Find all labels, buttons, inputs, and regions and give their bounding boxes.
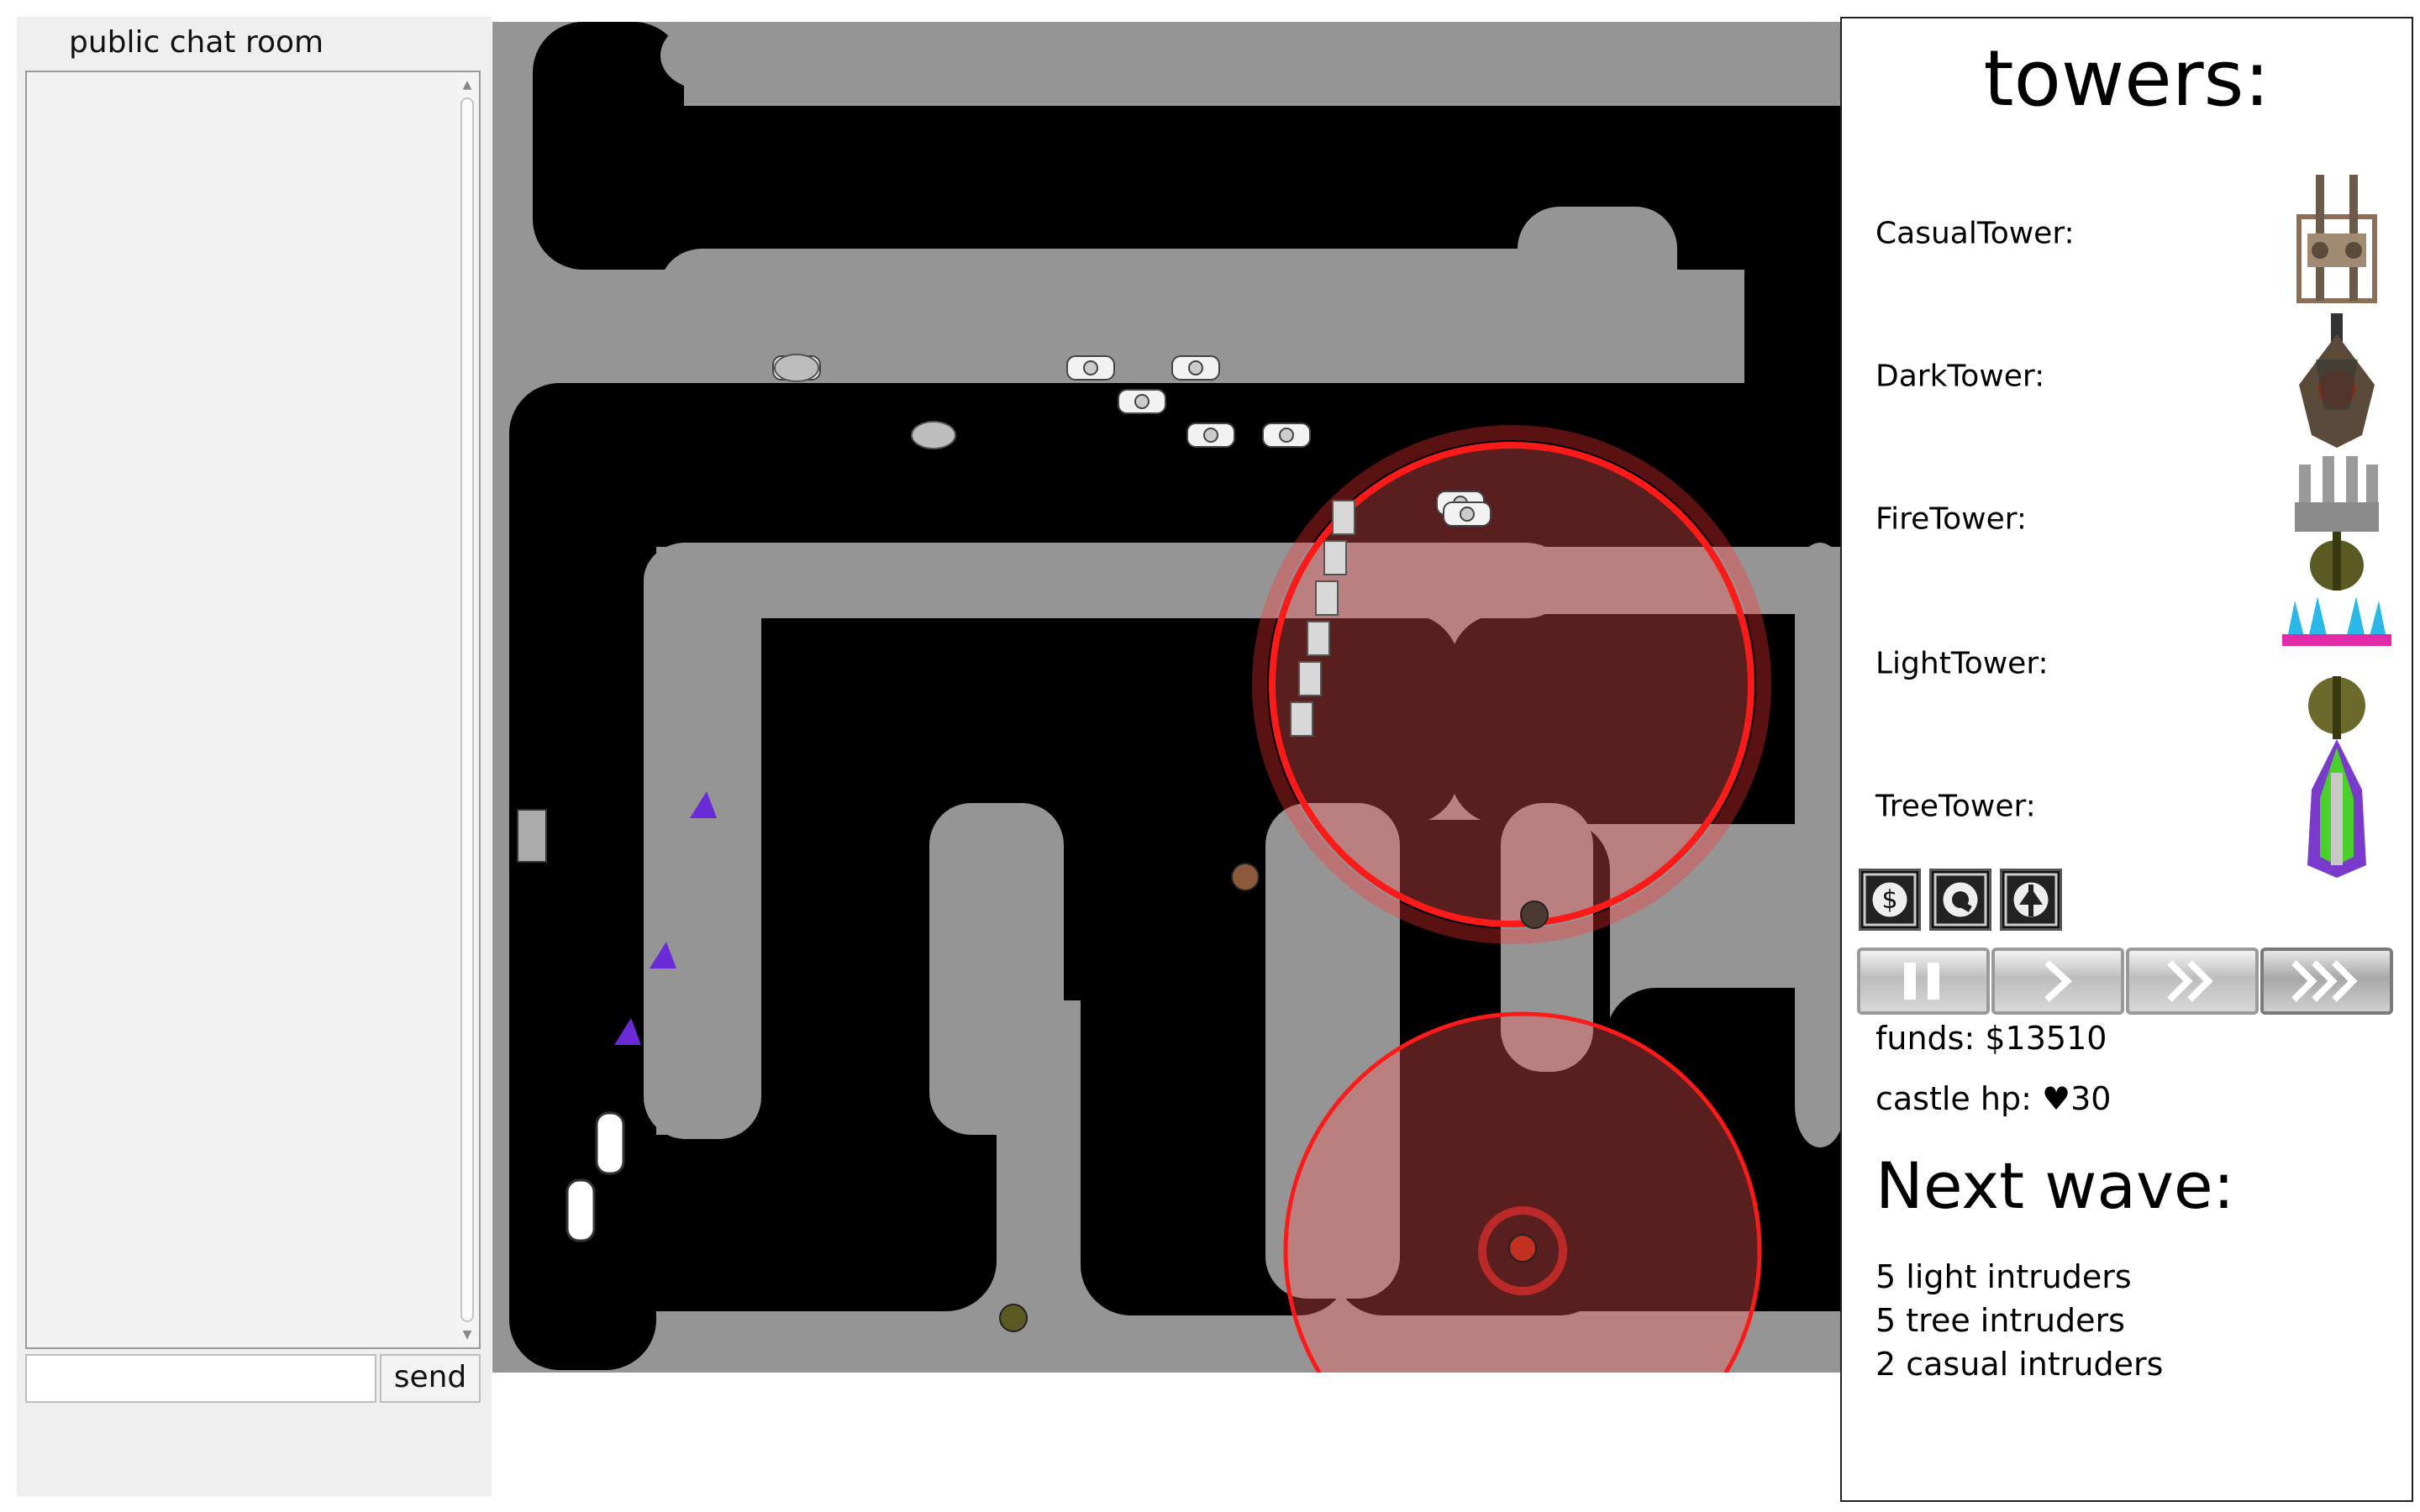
tank-intruder[interactable]	[1118, 389, 1166, 414]
funds-label: funds:	[1876, 1020, 1975, 1057]
tree-tower-icon[interactable]	[2282, 739, 2391, 882]
tower-row-light[interactable]: LightTower:	[1842, 596, 2412, 739]
chain-intruder[interactable]	[1307, 621, 1330, 656]
speed-2x-button[interactable]	[2126, 948, 2259, 1015]
capsule-intruder[interactable]	[566, 1179, 596, 1242]
next-wave-item: 5 tree intruders	[1876, 1302, 2125, 1339]
next-wave-item: 2 casual intruders	[1876, 1346, 2164, 1383]
tank-intruder[interactable]	[1171, 355, 1220, 381]
upgrade-button[interactable]	[1929, 869, 1991, 931]
chat-scroll-thumb[interactable]	[460, 97, 474, 1322]
tank-intruder[interactable]	[1066, 355, 1115, 381]
chat-scrollbar[interactable]: ▲ ▼	[457, 74, 477, 1346]
svg-text:$: $	[1881, 885, 1897, 915]
tower-label: FireTower:	[1876, 501, 2028, 537]
speed-2x-icon	[2167, 960, 2213, 1002]
tank-intruder[interactable]	[1443, 501, 1491, 527]
chat-panel: public chat room ▲ ▼ send	[17, 17, 492, 1497]
chain-intruder[interactable]	[1315, 580, 1339, 616]
pause-button[interactable]	[1857, 948, 1990, 1015]
tower-label: TreeTower:	[1876, 789, 2036, 824]
chain-intruder[interactable]	[1290, 701, 1313, 737]
dark-tower-icon[interactable]	[2282, 309, 2391, 452]
funds-value: $13510	[1985, 1020, 2107, 1057]
casual-tower-icon[interactable]	[2282, 166, 2391, 309]
placed-tower[interactable]	[517, 809, 547, 863]
chat-log[interactable]: ▲ ▼	[25, 71, 481, 1349]
chain-intruder[interactable]	[1298, 661, 1322, 696]
tower-row-casual[interactable]: CasualTower:	[1842, 166, 2412, 303]
chain-intruder[interactable]	[1332, 500, 1355, 535]
light-tower-icon[interactable]	[2282, 596, 2391, 739]
speed-3x-button[interactable]	[2260, 948, 2393, 1015]
tank-intruder[interactable]	[1262, 423, 1311, 448]
tower-label: DarkTower:	[1876, 359, 2045, 394]
towers-title: towers:	[1983, 34, 2270, 123]
castle-hp-label: castle hp:	[1876, 1080, 2032, 1117]
scroll-down-arrow-icon[interactable]: ▼	[457, 1326, 477, 1344]
info-icon	[2004, 873, 2058, 927]
pause-icon	[1904, 963, 1939, 1000]
next-wave-item: 5 light intruders	[1876, 1258, 2132, 1295]
tower-row-tree[interactable]: TreeTower:	[1842, 739, 2412, 878]
capsule-intruder[interactable]	[595, 1111, 625, 1175]
speed-1x-button[interactable]	[1991, 948, 2124, 1015]
placed-tower[interactable]	[1520, 900, 1549, 929]
chain-intruder[interactable]	[1323, 540, 1347, 575]
speed-1x-icon	[2044, 960, 2072, 1002]
speed-3x-icon	[2291, 960, 2358, 1002]
send-button[interactable]: send	[380, 1354, 481, 1403]
mech-intruder[interactable]	[911, 421, 956, 449]
placed-tower[interactable]	[1231, 863, 1260, 891]
tower-label: CasualTower:	[1876, 216, 2075, 251]
tower-row-dark[interactable]: DarkTower:	[1842, 309, 2412, 448]
tank-intruder[interactable]	[1186, 423, 1235, 448]
upgrade-icon	[1933, 873, 1987, 927]
placed-tower[interactable]	[1508, 1234, 1537, 1263]
chat-message-input[interactable]	[25, 1354, 376, 1403]
scroll-up-arrow-icon[interactable]: ▲	[457, 76, 477, 94]
mech-intruder[interactable]	[774, 354, 819, 382]
castle-hp-display: castle hp: ♥30	[1876, 1080, 2111, 1117]
sell-icon: $	[1863, 873, 1917, 927]
map-canvas[interactable]	[492, 22, 1840, 1373]
fire-tower-icon[interactable]	[2282, 452, 2391, 595]
info-button[interactable]	[2000, 869, 2062, 931]
sell-button[interactable]: $	[1859, 869, 1921, 931]
tower-row-fire[interactable]: FireTower:	[1842, 452, 2412, 591]
chat-title: public chat room	[69, 25, 324, 60]
placed-tower[interactable]	[999, 1304, 1028, 1332]
funds-display: funds: $13510	[1876, 1020, 2107, 1057]
tower-sidebar: towers: CasualTower: DarkTower: FireTowe…	[1840, 17, 2413, 1502]
next-wave-title: Next wave:	[1876, 1148, 2235, 1223]
tower-label: LightTower:	[1876, 646, 2049, 681]
heart-icon: ♥	[2042, 1080, 2071, 1117]
castle-hp-value: 30	[2070, 1080, 2112, 1117]
game-map[interactable]	[492, 22, 1840, 1373]
